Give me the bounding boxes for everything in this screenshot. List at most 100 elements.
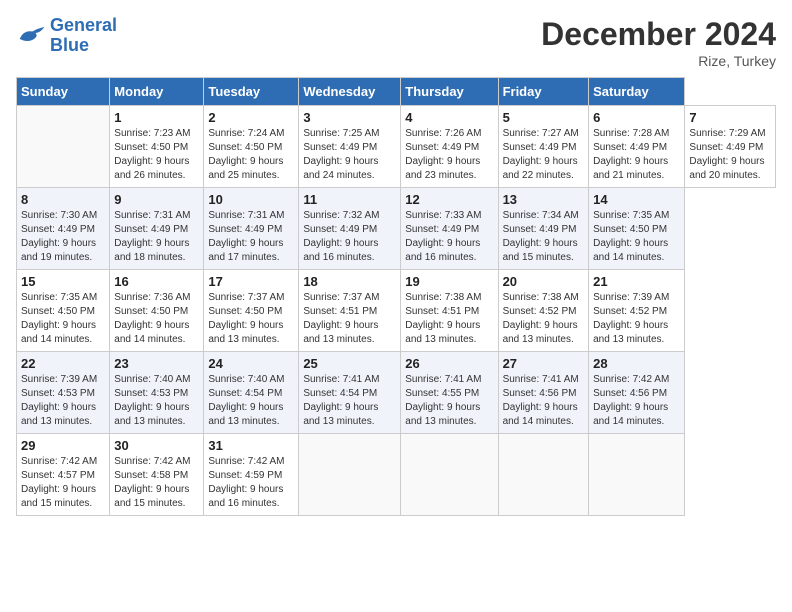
calendar-cell: 17 Sunrise: 7:37 AM Sunset: 4:50 PM Dayli… <box>204 270 299 352</box>
calendar-cell: 26Sunrise: 7:41 AM Sunset: 4:55 PM Dayli… <box>401 352 498 434</box>
location: Rize, Turkey <box>541 53 776 69</box>
calendar-cell <box>401 434 498 516</box>
day-info: Sunrise: 7:35 AM Sunset: 4:50 PM Dayligh… <box>593 209 680 265</box>
day-info: Sunrise: 7:37 AM Sunset: 4:51 PM Dayligh… <box>303 291 396 347</box>
column-header-tuesday: Tuesday <box>204 78 299 106</box>
calendar-cell: 3 Sunrise: 7:25 AM Sunset: 4:49 PM Daylig… <box>299 106 401 188</box>
day-info: Sunrise: 7:23 AM Sunset: 4:50 PM Dayligh… <box>114 127 199 183</box>
day-info: Sunrise: 7:42 AM Sunset: 4:56 PM Dayligh… <box>593 373 680 429</box>
day-info: Sunrise: 7:42 AM Sunset: 4:57 PM Dayligh… <box>21 455 105 511</box>
calendar-cell: 1 Sunrise: 7:23 AM Sunset: 4:50 PM Daylig… <box>110 106 204 188</box>
calendar-table: SundayMondayTuesdayWednesdayThursdayFrid… <box>16 77 776 516</box>
calendar-cell: 30 Sunrise: 7:42 AM Sunset: 4:58 PM Dayli… <box>110 434 204 516</box>
day-info: Sunrise: 7:31 AM Sunset: 4:49 PM Dayligh… <box>208 209 294 265</box>
calendar-cell <box>299 434 401 516</box>
calendar-cell: 6 Sunrise: 7:28 AM Sunset: 4:49 PM Daylig… <box>589 106 685 188</box>
day-info: Sunrise: 7:31 AM Sunset: 4:49 PM Dayligh… <box>114 209 199 265</box>
calendar-cell: 16 Sunrise: 7:36 AM Sunset: 4:50 PM Dayli… <box>110 270 204 352</box>
calendar-cell <box>589 434 685 516</box>
day-info: Sunrise: 7:33 AM Sunset: 4:49 PM Dayligh… <box>405 209 493 265</box>
calendar-cell: 8Sunrise: 7:30 AM Sunset: 4:49 PM Daylig… <box>17 188 110 270</box>
page-header: GeneralBlue December 2024 Rize, Turkey <box>16 16 776 69</box>
day-number: 27 <box>503 356 585 371</box>
calendar-cell: 2 Sunrise: 7:24 AM Sunset: 4:50 PM Daylig… <box>204 106 299 188</box>
calendar-cell: 18 Sunrise: 7:37 AM Sunset: 4:51 PM Dayli… <box>299 270 401 352</box>
week-row-1: 1 Sunrise: 7:23 AM Sunset: 4:50 PM Daylig… <box>17 106 776 188</box>
day-number: 28 <box>593 356 680 371</box>
day-info: Sunrise: 7:39 AM Sunset: 4:53 PM Dayligh… <box>21 373 105 429</box>
day-number: 10 <box>208 192 294 207</box>
day-info: Sunrise: 7:25 AM Sunset: 4:49 PM Dayligh… <box>303 127 396 183</box>
day-info: Sunrise: 7:35 AM Sunset: 4:50 PM Dayligh… <box>21 291 105 347</box>
day-info: Sunrise: 7:34 AM Sunset: 4:49 PM Dayligh… <box>503 209 585 265</box>
calendar-cell: 20Sunrise: 7:38 AM Sunset: 4:52 PM Dayli… <box>498 270 589 352</box>
day-number: 14 <box>593 192 680 207</box>
month-title: December 2024 <box>541 16 776 53</box>
column-header-saturday: Saturday <box>589 78 685 106</box>
day-number: 1 <box>114 110 199 125</box>
day-number: 24 <box>208 356 294 371</box>
day-number: 5 <box>503 110 585 125</box>
day-number: 30 <box>114 438 199 453</box>
day-info: Sunrise: 7:40 AM Sunset: 4:54 PM Dayligh… <box>208 373 294 429</box>
day-number: 15 <box>21 274 105 289</box>
day-number: 2 <box>208 110 294 125</box>
column-header-sunday: Sunday <box>17 78 110 106</box>
day-info: Sunrise: 7:26 AM Sunset: 4:49 PM Dayligh… <box>405 127 493 183</box>
day-info: Sunrise: 7:27 AM Sunset: 4:49 PM Dayligh… <box>503 127 585 183</box>
day-info: Sunrise: 7:42 AM Sunset: 4:58 PM Dayligh… <box>114 455 199 511</box>
day-number: 23 <box>114 356 199 371</box>
day-number: 22 <box>21 356 105 371</box>
day-info: Sunrise: 7:41 AM Sunset: 4:56 PM Dayligh… <box>503 373 585 429</box>
calendar-cell <box>498 434 589 516</box>
day-info: Sunrise: 7:36 AM Sunset: 4:50 PM Dayligh… <box>114 291 199 347</box>
column-header-wednesday: Wednesday <box>299 78 401 106</box>
week-row-4: 22 Sunrise: 7:39 AM Sunset: 4:53 PM Dayli… <box>17 352 776 434</box>
week-row-2: 8Sunrise: 7:30 AM Sunset: 4:49 PM Daylig… <box>17 188 776 270</box>
calendar-cell: 31Sunrise: 7:42 AM Sunset: 4:59 PM Dayli… <box>204 434 299 516</box>
calendar-cell: 7Sunrise: 7:29 AM Sunset: 4:49 PM Daylig… <box>685 106 776 188</box>
calendar-cell: 13Sunrise: 7:34 AM Sunset: 4:49 PM Dayli… <box>498 188 589 270</box>
day-number: 3 <box>303 110 396 125</box>
calendar-cell: 22 Sunrise: 7:39 AM Sunset: 4:53 PM Dayli… <box>17 352 110 434</box>
calendar-cell: 9 Sunrise: 7:31 AM Sunset: 4:49 PM Daylig… <box>110 188 204 270</box>
day-number: 25 <box>303 356 396 371</box>
calendar-cell: 14 Sunrise: 7:35 AM Sunset: 4:50 PM Dayli… <box>589 188 685 270</box>
day-number: 12 <box>405 192 493 207</box>
day-info: Sunrise: 7:37 AM Sunset: 4:50 PM Dayligh… <box>208 291 294 347</box>
day-info: Sunrise: 7:29 AM Sunset: 4:49 PM Dayligh… <box>689 127 771 183</box>
week-row-5: 29 Sunrise: 7:42 AM Sunset: 4:57 PM Dayli… <box>17 434 776 516</box>
day-number: 4 <box>405 110 493 125</box>
day-number: 18 <box>303 274 396 289</box>
day-info: Sunrise: 7:24 AM Sunset: 4:50 PM Dayligh… <box>208 127 294 183</box>
calendar-cell: 23 Sunrise: 7:40 AM Sunset: 4:53 PM Dayli… <box>110 352 204 434</box>
calendar-header: SundayMondayTuesdayWednesdayThursdayFrid… <box>17 78 776 106</box>
day-info: Sunrise: 7:38 AM Sunset: 4:51 PM Dayligh… <box>405 291 493 347</box>
day-number: 17 <box>208 274 294 289</box>
day-number: 6 <box>593 110 680 125</box>
day-number: 26 <box>405 356 493 371</box>
calendar-cell: 24 Sunrise: 7:40 AM Sunset: 4:54 PM Dayli… <box>204 352 299 434</box>
calendar-cell: 25Sunrise: 7:41 AM Sunset: 4:54 PM Dayli… <box>299 352 401 434</box>
day-info: Sunrise: 7:39 AM Sunset: 4:52 PM Dayligh… <box>593 291 680 347</box>
column-header-monday: Monday <box>110 78 204 106</box>
calendar-cell: 12 Sunrise: 7:33 AM Sunset: 4:49 PM Dayli… <box>401 188 498 270</box>
calendar-cell: 15 Sunrise: 7:35 AM Sunset: 4:50 PM Dayli… <box>17 270 110 352</box>
day-number: 21 <box>593 274 680 289</box>
calendar-cell: 29 Sunrise: 7:42 AM Sunset: 4:57 PM Dayli… <box>17 434 110 516</box>
day-info: Sunrise: 7:40 AM Sunset: 4:53 PM Dayligh… <box>114 373 199 429</box>
day-number: 29 <box>21 438 105 453</box>
day-number: 8 <box>21 192 105 207</box>
day-info: Sunrise: 7:32 AM Sunset: 4:49 PM Dayligh… <box>303 209 396 265</box>
day-info: Sunrise: 7:28 AM Sunset: 4:49 PM Dayligh… <box>593 127 680 183</box>
day-number: 16 <box>114 274 199 289</box>
logo-text: GeneralBlue <box>50 16 117 56</box>
day-number: 20 <box>503 274 585 289</box>
day-number: 9 <box>114 192 199 207</box>
calendar-cell <box>17 106 110 188</box>
header-row: SundayMondayTuesdayWednesdayThursdayFrid… <box>17 78 776 106</box>
day-info: Sunrise: 7:42 AM Sunset: 4:59 PM Dayligh… <box>208 455 294 511</box>
logo-bird-icon <box>16 24 46 48</box>
logo: GeneralBlue <box>16 16 117 56</box>
calendar-cell: 4 Sunrise: 7:26 AM Sunset: 4:49 PM Daylig… <box>401 106 498 188</box>
